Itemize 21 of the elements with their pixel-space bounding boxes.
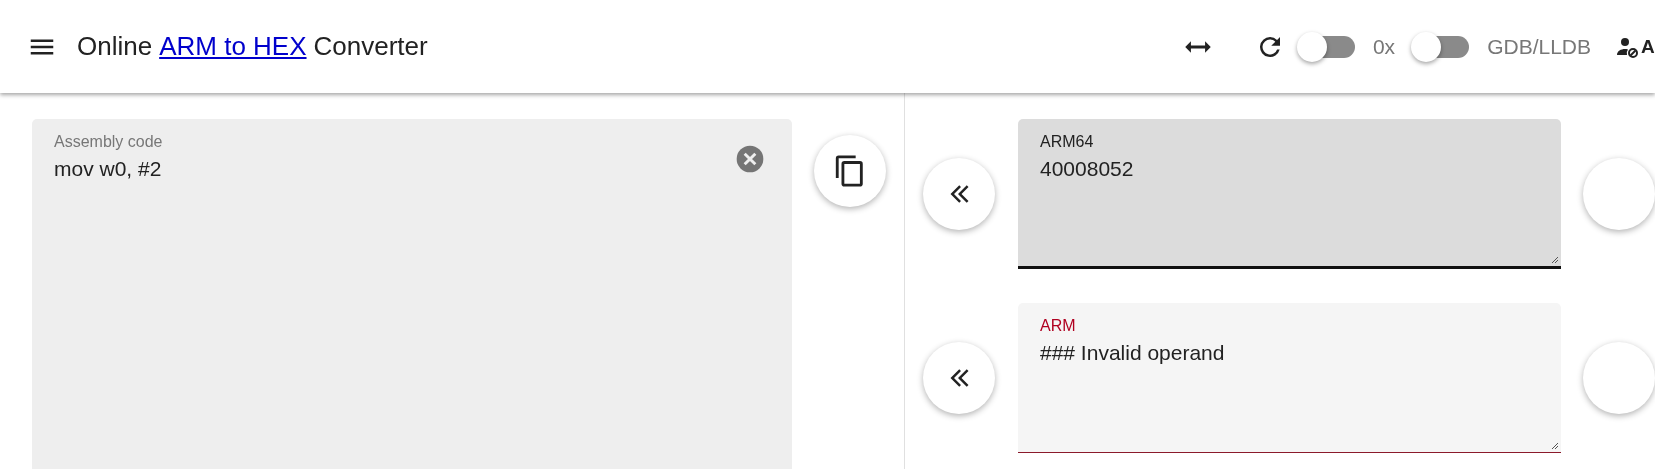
toggle-label: 0x: [1372, 34, 1396, 59]
output-field[interactable]: ARM64 40008052: [1018, 119, 1561, 269]
title-link[interactable]: ARM to HEX: [159, 31, 307, 62]
toggle-label: GDB/LLDB: [1487, 34, 1591, 59]
field-value: 40008052: [1040, 157, 1134, 181]
assembly-code-field[interactable]: Assembly code mov w0, #2: [32, 119, 792, 469]
resize-grip-icon[interactable]: [1549, 254, 1559, 264]
field-value: ### Invalid operand: [1040, 341, 1225, 365]
field-label: ARM64: [1040, 133, 1095, 151]
field-value: mov w0, #2: [54, 157, 162, 181]
clear-icon[interactable]: [734, 143, 766, 175]
title-text: Converter: [313, 31, 428, 62]
resize-grip-icon[interactable]: [1549, 440, 1559, 450]
field-label: ARM: [1040, 317, 1077, 335]
copy-button[interactable]: [814, 135, 886, 207]
output-field[interactable]: ARM ### Invalid operand: [1018, 303, 1561, 453]
convert-back-button[interactable]: [923, 158, 995, 230]
field-label: Assembly code: [54, 133, 164, 151]
title-text: Online: [77, 31, 153, 62]
account-label[interactable]: A: [1641, 35, 1655, 58]
convert-back-button[interactable]: [923, 342, 995, 414]
